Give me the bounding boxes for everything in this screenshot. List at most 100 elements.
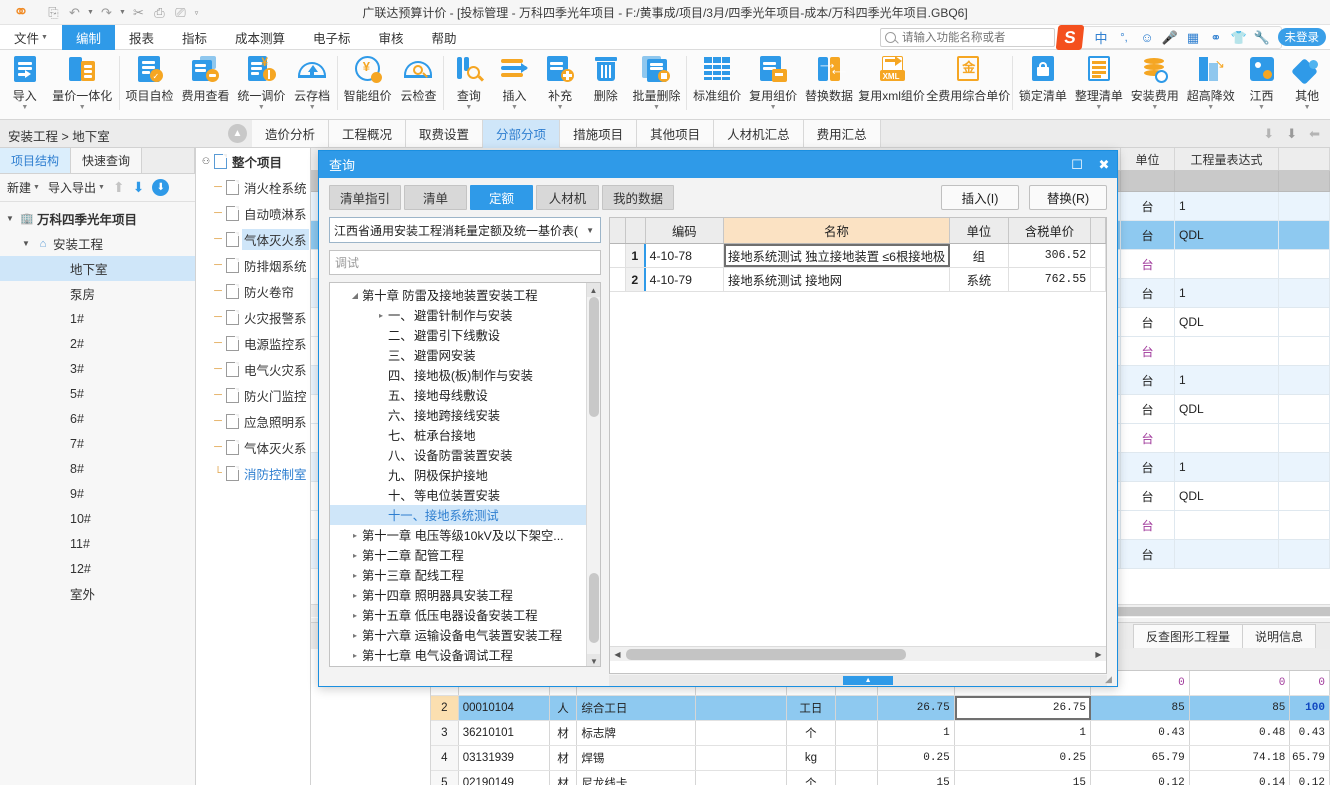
cell-quantity-expression[interactable]: 1	[1175, 453, 1279, 481]
tree-node-basement[interactable]: 地下室	[0, 256, 195, 281]
cell[interactable]: 0.43	[1091, 721, 1190, 745]
cell[interactable]: 100	[1290, 696, 1330, 720]
cell[interactable]: 26.75	[954, 696, 1091, 720]
quota-tree-node[interactable]: 十一、 接地系统测试	[330, 505, 600, 525]
scroll-up-icon[interactable]: ▲	[587, 283, 600, 297]
cell-unit[interactable]: 台	[1121, 453, 1175, 481]
cell-next[interactable]	[1279, 308, 1330, 336]
quota-search-input[interactable]: 调试	[329, 250, 601, 275]
scrollbar-thumb[interactable]	[589, 297, 599, 417]
chevron-down-icon[interactable]: ▼	[1095, 104, 1102, 111]
microphone-icon[interactable]: 🎤	[1160, 30, 1180, 46]
cell[interactable]	[836, 696, 878, 720]
cell-unit[interactable]: 系统	[950, 268, 1009, 291]
ribbon-button-height-efficiency[interactable]: ↘ 超高降效 ▼	[1183, 50, 1239, 118]
chevron-down-icon[interactable]: ▼	[22, 239, 35, 248]
cell[interactable]: 人	[550, 696, 578, 720]
list-item[interactable]: └ 消防控制室	[196, 460, 310, 486]
tab-cost-analysis[interactable]: 造价分析	[252, 120, 330, 148]
cell-quantity-expression[interactable]	[1175, 337, 1279, 365]
quota-tree-node[interactable]: ▸ 第十七章 电气设备调试工程	[330, 645, 600, 665]
ribbon-button-full-cost-price[interactable]: 金 全费用综合单价	[926, 50, 1010, 118]
row-number[interactable]: 2	[431, 696, 459, 720]
cell[interactable]: 材	[550, 746, 578, 770]
cell[interactable]: 尼龙线卡	[577, 771, 696, 785]
arrow-up-icon[interactable]: ⬆	[113, 179, 125, 196]
cell[interactable]: 个	[787, 721, 837, 745]
expand-toggle-icon[interactable]: ◢	[348, 291, 362, 300]
ribbon-button-supplement[interactable]: 补充 ▼	[537, 50, 583, 118]
column-header-unit[interactable]: 单位	[1121, 148, 1175, 170]
quota-tree-node[interactable]: 八、 设备防雷装置安装	[330, 445, 600, 465]
column-header-name[interactable]: 名称	[723, 218, 950, 243]
quota-library-select[interactable]: 江西省通用安装工程消耗量定额及统一基价表( ▼	[329, 217, 601, 243]
tree-node-whole-project[interactable]: ⚇ 整个项目	[196, 148, 310, 174]
tab-other-items[interactable]: 其他项目	[637, 120, 715, 148]
dialog-tab-my-data[interactable]: 我的数据	[602, 185, 675, 210]
ribbon-button-unified-price[interactable]: ¥ 统一调价 ▼	[233, 50, 289, 118]
cell-unit[interactable]: 台	[1121, 424, 1175, 452]
cell-next[interactable]	[1279, 366, 1330, 394]
menu-item-audit[interactable]: 审核	[365, 25, 418, 50]
cell[interactable]: 材	[550, 771, 578, 785]
cell[interactable]: 0.12	[1091, 771, 1190, 785]
tree-node-b8[interactable]: 8#	[0, 456, 195, 481]
expand-toggle-icon[interactable]: ▸	[348, 611, 362, 620]
chevron-down-icon[interactable]: ▼	[6, 214, 19, 223]
dialog-splitter[interactable]: ▲	[609, 675, 1107, 686]
cell-quantity-expression[interactable]	[1175, 511, 1279, 539]
new-button[interactable]: 新建 ▼	[7, 179, 40, 196]
cell-quantity-expression[interactable]	[1175, 250, 1279, 278]
cell[interactable]: 0	[1190, 671, 1291, 695]
cell-next[interactable]	[1279, 511, 1330, 539]
cell[interactable]: 0.25	[878, 746, 955, 770]
cell[interactable]	[696, 771, 787, 785]
quota-tree-node[interactable]: 二、 避雷引下线敷设	[330, 325, 600, 345]
tree-node-b1[interactable]: 1#	[0, 306, 195, 331]
ribbon-button-project-check[interactable]: ✓ 项目自检	[122, 50, 178, 118]
menu-item-indicator[interactable]: 指标	[168, 25, 221, 50]
cell-next[interactable]	[1279, 424, 1330, 452]
cell[interactable]: 00010104	[459, 696, 550, 720]
copy-icon[interactable]: ⎙	[150, 3, 169, 22]
cell-unit[interactable]: 台	[1121, 250, 1175, 278]
dialog-resize-handle[interactable]: ◢	[1105, 674, 1115, 684]
list-item[interactable]: ─ 自动喷淋系	[196, 200, 310, 226]
emoji-icon[interactable]: ☺	[1137, 30, 1157, 45]
cell-quantity-expression[interactable]	[1175, 424, 1279, 452]
table-row[interactable]: 2 00010104 人综合工日 工日 26.75 26.75 85 85 100	[431, 696, 1330, 721]
list-item[interactable]: ─ 电气火灾系	[196, 356, 310, 382]
quota-tree-node[interactable]: ▸ 第十一章 电压等级10kV及以下架空...	[330, 525, 600, 545]
dialog-tab-list-guide[interactable]: 清单指引	[329, 185, 402, 210]
cell-quantity-expression[interactable]: QDL	[1175, 221, 1279, 249]
move-down-icon[interactable]: ⬇	[1286, 126, 1297, 142]
chevron-down-icon[interactable]: ▼	[465, 104, 472, 111]
chevron-down-icon[interactable]: ▼	[770, 104, 777, 111]
punctuation-icon[interactable]: °,	[1114, 32, 1134, 44]
tab-project-overview[interactable]: 工程概况	[329, 120, 407, 148]
skin-icon[interactable]: 👕	[1229, 30, 1249, 46]
ribbon-button-other[interactable]: 其他 ▼	[1284, 50, 1330, 118]
tree-node-b10[interactable]: 10#	[0, 506, 195, 531]
chevron-down-icon[interactable]: ▼	[653, 104, 660, 111]
row-number[interactable]: 2	[625, 268, 646, 291]
quota-tree-node[interactable]: ▸ 第十二章 配管工程	[330, 545, 600, 565]
menu-item-help[interactable]: 帮助	[418, 25, 471, 50]
cell-quantity-expression[interactable]: 1	[1175, 192, 1279, 220]
tree-node-b2[interactable]: 2#	[0, 331, 195, 356]
column-header-unit[interactable]: 单位	[950, 218, 1009, 243]
splitter-grip-icon[interactable]: ▲	[843, 676, 894, 685]
move-up-icon[interactable]: ⬇	[1263, 126, 1274, 142]
ribbon-button-replace-data[interactable]: ⟶ ⟵ 替换数据	[801, 50, 857, 118]
chevron-up-icon[interactable]: ▲	[228, 124, 247, 143]
list-item[interactable]: ─ 电源监控系	[196, 330, 310, 356]
cell[interactable]: 0	[1290, 671, 1330, 695]
table-row[interactable]: 3 36210101 材标志牌个 1 1 0.43 0.48 0.43	[431, 721, 1330, 746]
cell[interactable]: 74.18	[1190, 746, 1291, 770]
ribbon-button-delete[interactable]: 删除	[583, 50, 629, 118]
cell[interactable]	[696, 746, 787, 770]
expand-toggle-icon[interactable]: ▸	[348, 571, 362, 580]
dialog-tab-list[interactable]: 清单	[404, 185, 468, 210]
ribbon-button-cloud-archive[interactable]: 云存档 ▼	[289, 50, 335, 118]
list-item[interactable]: ─ 防火卷帘	[196, 278, 310, 304]
